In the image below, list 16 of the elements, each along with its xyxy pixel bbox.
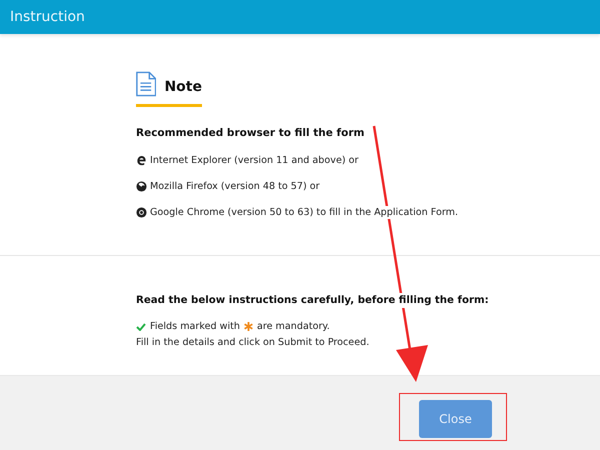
browser-item: Mozilla Firefox (version 48 to 57) or	[150, 180, 320, 193]
dialog-title: Instruction	[10, 9, 85, 25]
note-title: Note	[164, 79, 202, 97]
instruction-text: Fill in the details and click on Submit to Proceed.	[136, 336, 370, 349]
asterisk-icon	[244, 322, 253, 331]
browser-item: Internet Explorer (version 11 and above) or	[150, 154, 358, 167]
document-icon	[136, 70, 156, 98]
browser-fox-icon	[136, 181, 147, 192]
section-heading: Read the below instructions carefully, before filling the form:	[136, 293, 489, 308]
browser-item: Google Chrome (version 50 to 63) to fill in the Application Form.	[150, 206, 458, 219]
browser-circle-icon	[136, 207, 147, 218]
check-icon	[136, 322, 146, 330]
instruction-text: are mandatory.	[256, 320, 330, 333]
instruction-text: Fields marked with	[150, 320, 240, 333]
browser-e-icon	[136, 155, 147, 166]
close-button[interactable]: Close	[419, 400, 492, 438]
